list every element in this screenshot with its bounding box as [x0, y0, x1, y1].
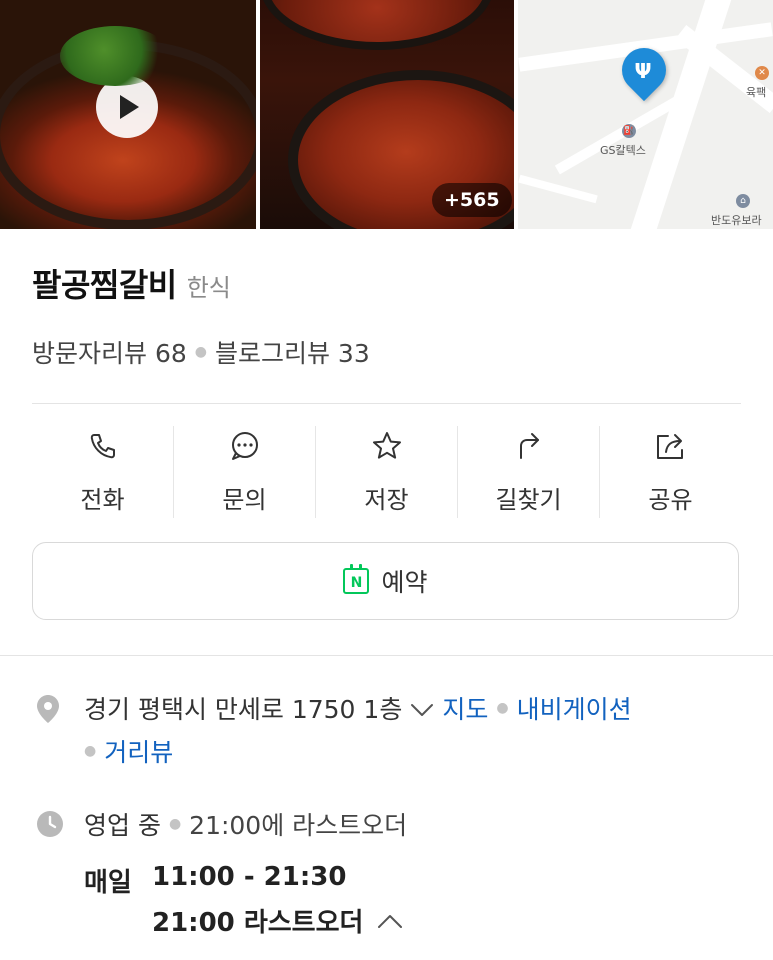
chat-bubble-icon: [229, 426, 261, 466]
call-button[interactable]: 전화: [32, 426, 174, 518]
address-row-2: ● 거리뷰: [84, 733, 173, 769]
reserve-label: 예약: [381, 568, 428, 597]
visitor-reviews-link[interactable]: 방문자리뷰 68: [32, 334, 187, 370]
separator-dot: ●: [168, 816, 182, 832]
play-icon[interactable]: [96, 76, 158, 138]
photo-thumbnail[interactable]: +565: [260, 0, 514, 229]
restaurant-poi-icon: ✕: [755, 66, 769, 80]
location-pin-icon: [36, 694, 60, 728]
map-label-top-right: 육팩: [746, 86, 767, 99]
title-row: 팔공찜갈비 한식: [32, 260, 231, 306]
place-name: 팔공찜갈비: [32, 266, 177, 304]
inquiry-label: 문의: [222, 486, 267, 514]
building-poi-icon: ⌂: [736, 194, 750, 208]
map-label-bottom-right: 반도유보라: [711, 214, 762, 227]
save-label: 저장: [364, 486, 409, 514]
section-divider: [0, 655, 773, 656]
chevron-down-icon[interactable]: [410, 694, 434, 723]
inquiry-button[interactable]: 문의: [174, 426, 316, 518]
address-row: 경기 평택시 만세로 1750 1층 지도 ● 내비게이션: [84, 690, 632, 726]
last-order-note: 21:00에 라스트오더: [189, 811, 408, 840]
photo-strip: +565 ⛽ GS칼텍스 ✕ 육팩 ⌂ 반도유보라 Ψ: [0, 0, 773, 229]
navigation-link[interactable]: 내비게이션: [517, 690, 632, 726]
separator-dot: ●: [194, 344, 207, 360]
hours-status-row: 영업 중 ● 21:00에 라스트오더: [84, 806, 407, 842]
place-category: 한식: [186, 274, 231, 302]
chevron-up-icon[interactable]: [377, 906, 403, 936]
map-link[interactable]: 지도: [442, 690, 488, 726]
hours-time: 11:00 - 21:30: [152, 862, 347, 892]
action-bar: 전화 문의 저장 길찾기 공유: [32, 426, 741, 518]
save-button[interactable]: 저장: [316, 426, 458, 518]
separator-dot: ●: [84, 743, 97, 759]
directions-button[interactable]: 길찾기: [458, 426, 600, 518]
review-counts: 방문자리뷰 68 ● 블로그리뷰 33: [32, 334, 370, 370]
share-label: 공유: [648, 486, 693, 514]
hours-day: 매일: [84, 868, 132, 898]
share-button[interactable]: 공유: [600, 426, 741, 518]
hours-last-order-row: 21:00 라스트오더: [152, 902, 403, 939]
call-label: 전화: [80, 486, 125, 514]
address-text: 경기 평택시 만세로 1750 1층: [84, 695, 403, 724]
directions-label: 길찾기: [495, 486, 562, 514]
directions-arrow-icon: [513, 426, 545, 466]
reserve-button[interactable]: N 예약: [32, 542, 739, 620]
street-view-link[interactable]: 거리뷰: [104, 733, 173, 769]
open-status: 영업 중: [84, 811, 161, 840]
separator-dot: ●: [496, 700, 509, 716]
clock-icon: [36, 810, 64, 842]
blog-reviews-link[interactable]: 블로그리뷰 33: [215, 334, 370, 370]
naver-calendar-icon: N: [343, 564, 370, 594]
photo-video-thumbnail[interactable]: [0, 0, 256, 229]
photo-count-badge[interactable]: +565: [432, 183, 512, 217]
hours-last-order: 21:00 라스트오더: [152, 908, 364, 938]
gas-station-icon: ⛽: [622, 124, 636, 138]
divider: [32, 403, 741, 404]
share-icon: [654, 426, 688, 466]
map-label-gas: GS칼텍스: [600, 144, 646, 157]
phone-icon: [88, 426, 118, 466]
star-icon: [371, 426, 403, 466]
map-thumbnail[interactable]: ⛽ GS칼텍스 ✕ 육팩 ⌂ 반도유보라 Ψ: [518, 0, 773, 229]
